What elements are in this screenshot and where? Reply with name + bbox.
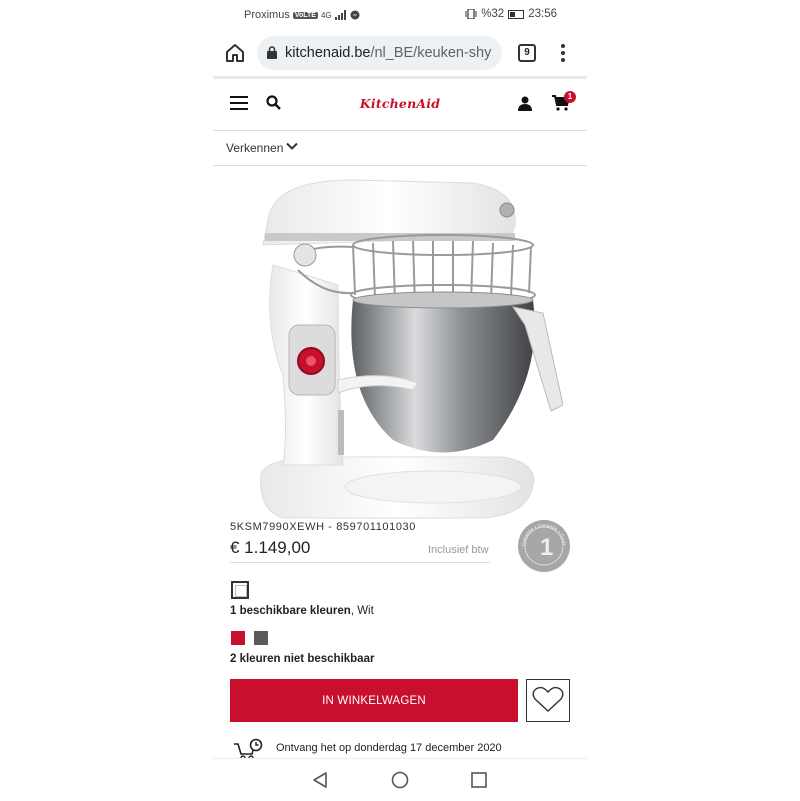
url-host: kitchenaid.be: [285, 45, 371, 61]
status-right: %32 23:56: [465, 8, 557, 20]
guarantee-seal-icon: 1 Garantie • Garantie • Guarantee: [516, 515, 570, 572]
wishlist-button[interactable]: [526, 679, 570, 722]
battery-icon: [508, 9, 525, 19]
grey-swatch[interactable]: [254, 631, 268, 645]
recent-apps-icon[interactable]: [471, 772, 487, 788]
url-text: kitchenaid.be/nl_BE/keuken-shy: [285, 45, 497, 61]
status-left: Proximus VoLTE 4G: [244, 9, 360, 21]
product-image[interactable]: [243, 175, 563, 520]
selected-color: , Wit: [350, 605, 374, 617]
product-price: € 1.149,00: [230, 538, 311, 557]
delivery-estimate: Ontvang het op donderdag 17 december 202…: [276, 742, 502, 754]
url-path: /nl_BE/keuken-shy: [370, 45, 492, 61]
clock: 23:56: [528, 8, 557, 20]
explore-label: Verkennen: [226, 141, 284, 155]
phone-screen: Proximus VoLTE 4G %32 23:56 kitchenaid.b…: [213, 0, 587, 801]
tab-switcher-button[interactable]: 9: [518, 44, 536, 62]
divider: [213, 76, 587, 79]
volte-badge: VoLTE: [292, 11, 318, 19]
chevron-down-icon: [286, 142, 298, 150]
hamburger-menu-icon[interactable]: [230, 96, 248, 110]
back-icon[interactable]: [311, 771, 329, 789]
signal-icon: [334, 10, 346, 20]
search-icon[interactable]: [266, 95, 281, 110]
available-count-label: 1 beschikbare kleuren: [230, 605, 351, 617]
explore-dropdown[interactable]: Verkennen: [213, 131, 587, 166]
home-circle-icon[interactable]: [391, 771, 409, 789]
available-colors-text: 1 beschikbare kleuren, Wit: [230, 605, 374, 617]
address-bar[interactable]: kitchenaid.be/nl_BE/keuken-shy: [257, 36, 502, 70]
battery-percent: %32: [481, 8, 505, 20]
unavailable-colors-text: 2 kleuren niet beschikbaar: [230, 653, 375, 665]
network-label: 4G: [320, 10, 332, 20]
cart-count-badge: 1: [564, 91, 576, 103]
status-bar: Proximus VoLTE 4G %32 23:56: [213, 0, 587, 30]
add-to-cart-button[interactable]: IN WINKELWAGEN: [230, 679, 518, 722]
vibrate-icon: [465, 9, 477, 19]
kitchenaid-logo[interactable]: KitchenAid: [353, 96, 447, 111]
system-nav-bar: [213, 758, 587, 801]
guarantee-year: 1: [540, 534, 553, 561]
more-options-icon[interactable]: [558, 42, 568, 64]
divider: [230, 562, 490, 563]
tax-note: Inclusief btw: [428, 544, 489, 556]
carrier-label: Proximus: [244, 9, 290, 21]
site-header: KitchenAid 1: [213, 80, 587, 131]
guarantee-badge: 1 Garantie • Garantie • Guarantee: [516, 515, 571, 573]
browser-toolbar: kitchenaid.be/nl_BE/keuken-shy 9: [213, 34, 587, 74]
account-icon[interactable]: [518, 96, 532, 111]
home-icon[interactable]: [223, 41, 247, 65]
red-swatch[interactable]: [231, 631, 245, 645]
product-sku: 5KSM7990XEWH - 859701101030: [230, 521, 416, 533]
heart-icon: [532, 686, 564, 712]
messenger-icon: [350, 10, 360, 20]
white-swatch-selected[interactable]: [231, 581, 249, 599]
lock-icon: [267, 46, 277, 59]
